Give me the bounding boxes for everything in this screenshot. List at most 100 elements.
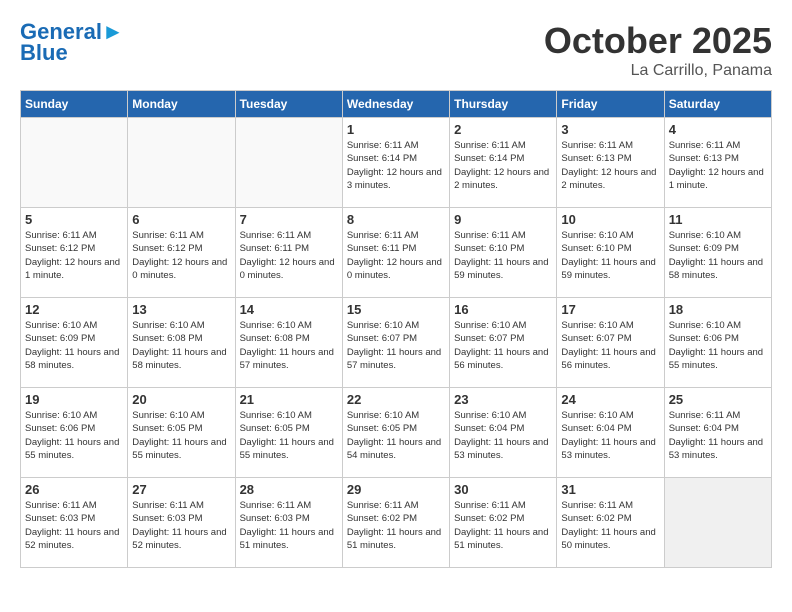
day-info: Sunrise: 6:11 AM Sunset: 6:02 PM Dayligh…	[347, 499, 445, 552]
calendar-cell: 22 Sunrise: 6:10 AM Sunset: 6:05 PM Dayli…	[342, 388, 449, 478]
day-number: 7	[240, 212, 338, 227]
calendar-cell: 8 Sunrise: 6:11 AM Sunset: 6:11 PM Daylig…	[342, 208, 449, 298]
calendar-cell: 29 Sunrise: 6:11 AM Sunset: 6:02 PM Dayli…	[342, 478, 449, 568]
day-info: Sunrise: 6:11 AM Sunset: 6:03 PM Dayligh…	[132, 499, 230, 552]
day-info: Sunrise: 6:11 AM Sunset: 6:03 PM Dayligh…	[25, 499, 123, 552]
column-header-thursday: Thursday	[450, 91, 557, 118]
calendar-table: SundayMondayTuesdayWednesdayThursdayFrid…	[20, 90, 772, 568]
day-info: Sunrise: 6:11 AM Sunset: 6:04 PM Dayligh…	[669, 409, 767, 462]
calendar-cell: 7 Sunrise: 6:11 AM Sunset: 6:11 PM Daylig…	[235, 208, 342, 298]
calendar-cell: 19 Sunrise: 6:10 AM Sunset: 6:06 PM Dayli…	[21, 388, 128, 478]
day-info: Sunrise: 6:11 AM Sunset: 6:13 PM Dayligh…	[669, 139, 767, 192]
day-number: 26	[25, 482, 123, 497]
calendar-cell: 20 Sunrise: 6:10 AM Sunset: 6:05 PM Dayli…	[128, 388, 235, 478]
calendar-cell: 9 Sunrise: 6:11 AM Sunset: 6:10 PM Daylig…	[450, 208, 557, 298]
day-number: 12	[25, 302, 123, 317]
month-title: October 2025	[544, 20, 772, 62]
calendar-cell: 1Sunrise: 6:11 AM Sunset: 6:14 PM Daylig…	[342, 118, 449, 208]
day-number: 28	[240, 482, 338, 497]
calendar-cell: 2Sunrise: 6:11 AM Sunset: 6:14 PM Daylig…	[450, 118, 557, 208]
day-number: 18	[669, 302, 767, 317]
day-info: Sunrise: 6:11 AM Sunset: 6:02 PM Dayligh…	[454, 499, 552, 552]
day-info: Sunrise: 6:11 AM Sunset: 6:12 PM Dayligh…	[25, 229, 123, 282]
day-info: Sunrise: 6:11 AM Sunset: 6:10 PM Dayligh…	[454, 229, 552, 282]
day-number: 22	[347, 392, 445, 407]
calendar-week-1: 1Sunrise: 6:11 AM Sunset: 6:14 PM Daylig…	[21, 118, 772, 208]
column-header-tuesday: Tuesday	[235, 91, 342, 118]
day-number: 2	[454, 122, 552, 137]
calendar-cell: 21Sunrise: 6:10 AM Sunset: 6:05 PM Dayli…	[235, 388, 342, 478]
calendar-cell: 3 Sunrise: 6:11 AM Sunset: 6:13 PM Daylig…	[557, 118, 664, 208]
title-block: October 2025 La Carrillo, Panama	[544, 20, 772, 80]
calendar-cell	[664, 478, 771, 568]
day-info: Sunrise: 6:10 AM Sunset: 6:05 PM Dayligh…	[347, 409, 445, 462]
calendar-cell: 24 Sunrise: 6:10 AM Sunset: 6:04 PM Dayli…	[557, 388, 664, 478]
calendar-cell: 25 Sunrise: 6:11 AM Sunset: 6:04 PM Dayli…	[664, 388, 771, 478]
day-number: 20	[132, 392, 230, 407]
day-number: 30	[454, 482, 552, 497]
day-info: Sunrise: 6:10 AM Sunset: 6:09 PM Dayligh…	[669, 229, 767, 282]
day-number: 15	[347, 302, 445, 317]
day-number: 19	[25, 392, 123, 407]
day-info: Sunrise: 6:10 AM Sunset: 6:06 PM Dayligh…	[25, 409, 123, 462]
calendar-cell: 14Sunrise: 6:10 AM Sunset: 6:08 PM Dayli…	[235, 298, 342, 388]
day-info: Sunrise: 6:10 AM Sunset: 6:04 PM Dayligh…	[454, 409, 552, 462]
column-header-monday: Monday	[128, 91, 235, 118]
day-number: 17	[561, 302, 659, 317]
day-info: Sunrise: 6:11 AM Sunset: 6:03 PM Dayligh…	[240, 499, 338, 552]
day-number: 9	[454, 212, 552, 227]
day-number: 13	[132, 302, 230, 317]
calendar-cell: 4 Sunrise: 6:11 AM Sunset: 6:13 PM Daylig…	[664, 118, 771, 208]
day-info: Sunrise: 6:11 AM Sunset: 6:11 PM Dayligh…	[240, 229, 338, 282]
day-number: 3	[561, 122, 659, 137]
day-info: Sunrise: 6:11 AM Sunset: 6:13 PM Dayligh…	[561, 139, 659, 192]
day-number: 24	[561, 392, 659, 407]
day-number: 10	[561, 212, 659, 227]
day-info: Sunrise: 6:10 AM Sunset: 6:07 PM Dayligh…	[347, 319, 445, 372]
calendar-header-row: SundayMondayTuesdayWednesdayThursdayFrid…	[21, 91, 772, 118]
calendar-cell: 15 Sunrise: 6:10 AM Sunset: 6:07 PM Dayli…	[342, 298, 449, 388]
calendar-week-2: 5Sunrise: 6:11 AM Sunset: 6:12 PM Daylig…	[21, 208, 772, 298]
calendar-cell: 26 Sunrise: 6:11 AM Sunset: 6:03 PM Dayli…	[21, 478, 128, 568]
day-info: Sunrise: 6:10 AM Sunset: 6:04 PM Dayligh…	[561, 409, 659, 462]
calendar-cell: 12 Sunrise: 6:10 AM Sunset: 6:09 PM Dayli…	[21, 298, 128, 388]
calendar-cell: 16Sunrise: 6:10 AM Sunset: 6:07 PM Dayli…	[450, 298, 557, 388]
day-number: 25	[669, 392, 767, 407]
calendar-cell: 10Sunrise: 6:10 AM Sunset: 6:10 PM Dayli…	[557, 208, 664, 298]
day-info: Sunrise: 6:10 AM Sunset: 6:08 PM Dayligh…	[132, 319, 230, 372]
day-info: Sunrise: 6:11 AM Sunset: 6:14 PM Dayligh…	[347, 139, 445, 192]
calendar-cell: 5Sunrise: 6:11 AM Sunset: 6:12 PM Daylig…	[21, 208, 128, 298]
day-info: Sunrise: 6:10 AM Sunset: 6:09 PM Dayligh…	[25, 319, 123, 372]
calendar-cell: 27 Sunrise: 6:11 AM Sunset: 6:03 PM Dayli…	[128, 478, 235, 568]
column-header-saturday: Saturday	[664, 91, 771, 118]
day-number: 27	[132, 482, 230, 497]
calendar-cell: 17 Sunrise: 6:10 AM Sunset: 6:07 PM Dayli…	[557, 298, 664, 388]
day-number: 21	[240, 392, 338, 407]
calendar-cell	[235, 118, 342, 208]
calendar-cell: 6Sunrise: 6:11 AM Sunset: 6:12 PM Daylig…	[128, 208, 235, 298]
location-subtitle: La Carrillo, Panama	[544, 62, 772, 80]
day-info: Sunrise: 6:11 AM Sunset: 6:02 PM Dayligh…	[561, 499, 659, 552]
day-number: 11	[669, 212, 767, 227]
day-number: 16	[454, 302, 552, 317]
day-number: 29	[347, 482, 445, 497]
day-info: Sunrise: 6:10 AM Sunset: 6:07 PM Dayligh…	[561, 319, 659, 372]
calendar-week-3: 12 Sunrise: 6:10 AM Sunset: 6:09 PM Dayli…	[21, 298, 772, 388]
calendar-cell: 30 Sunrise: 6:11 AM Sunset: 6:02 PM Dayli…	[450, 478, 557, 568]
day-number: 31	[561, 482, 659, 497]
column-header-sunday: Sunday	[21, 91, 128, 118]
column-header-wednesday: Wednesday	[342, 91, 449, 118]
page-header: General► Blue October 2025 La Carrillo, …	[20, 20, 772, 80]
calendar-week-4: 19 Sunrise: 6:10 AM Sunset: 6:06 PM Dayli…	[21, 388, 772, 478]
calendar-week-5: 26 Sunrise: 6:11 AM Sunset: 6:03 PM Dayli…	[21, 478, 772, 568]
calendar-cell: 13 Sunrise: 6:10 AM Sunset: 6:08 PM Dayli…	[128, 298, 235, 388]
calendar-cell: 18 Sunrise: 6:10 AM Sunset: 6:06 PM Dayli…	[664, 298, 771, 388]
day-info: Sunrise: 6:11 AM Sunset: 6:11 PM Dayligh…	[347, 229, 445, 282]
day-info: Sunrise: 6:10 AM Sunset: 6:05 PM Dayligh…	[132, 409, 230, 462]
calendar-cell: 23Sunrise: 6:10 AM Sunset: 6:04 PM Dayli…	[450, 388, 557, 478]
day-number: 8	[347, 212, 445, 227]
day-info: Sunrise: 6:10 AM Sunset: 6:06 PM Dayligh…	[669, 319, 767, 372]
logo: General► Blue	[20, 20, 124, 66]
day-number: 4	[669, 122, 767, 137]
calendar-cell: 11 Sunrise: 6:10 AM Sunset: 6:09 PM Dayli…	[664, 208, 771, 298]
